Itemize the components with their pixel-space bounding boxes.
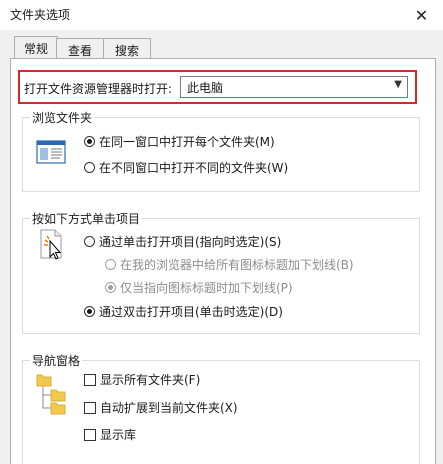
radio-indicator xyxy=(105,259,116,270)
open-explorer-label: 打开文件资源管理器时打开: xyxy=(24,82,173,96)
checkbox-label: 自动扩展到当前文件夹(X) xyxy=(100,401,238,415)
open-explorer-select[interactable]: 此电脑 ▼ xyxy=(180,76,408,98)
window-title: 文件夹选项 xyxy=(10,8,71,22)
checkbox-label: 显示库 xyxy=(100,428,137,442)
radio-indicator xyxy=(84,162,95,173)
tab-general[interactable]: 常规 xyxy=(14,36,58,59)
show-all-folders-checkbox[interactable]: 显示所有文件夹(F) xyxy=(84,371,200,388)
checkbox-indicator xyxy=(84,428,96,441)
radio-label: 仅当指向图标标题时加下划线(P) xyxy=(120,281,293,295)
underline-always-radio[interactable]: 在我的浏览器中给所有图标标题加下划线(B) xyxy=(105,256,354,273)
radio-indicator xyxy=(84,136,95,147)
browse-folders-group xyxy=(22,117,420,192)
checkbox-label: 显示所有文件夹(F) xyxy=(100,373,201,387)
close-button[interactable]: ✕ xyxy=(400,1,443,29)
radio-label: 在不同窗口中打开不同的文件夹(W) xyxy=(99,161,289,175)
expand-to-current-checkbox[interactable]: 自动扩展到当前文件夹(X) xyxy=(84,399,238,416)
chevron-down-icon: ▼ xyxy=(394,79,402,90)
folder-tree-icon xyxy=(36,374,66,415)
open-explorer-row: 打开文件资源管理器时打开: 此电脑 ▼ xyxy=(18,70,417,104)
radio-label: 通过单击打开项目(指向时选定)(S) xyxy=(99,235,282,249)
radio-label: 在同一窗口中打开每个文件夹(M) xyxy=(99,135,275,149)
nav-pane-title: 导航窗格 xyxy=(30,352,83,369)
browse-new-window-radio[interactable]: 在不同窗口中打开不同的文件夹(W) xyxy=(84,159,288,176)
close-icon: ✕ xyxy=(414,5,429,25)
tab-label: 查看 xyxy=(67,43,92,58)
radio-label: 在我的浏览器中给所有图标标题加下划线(B) xyxy=(120,258,354,272)
click-items-title: 按如下方式单击项目 xyxy=(30,210,143,227)
open-explorer-value: 此电脑 xyxy=(187,81,224,95)
radio-indicator xyxy=(84,306,95,317)
browse-folders-title: 浏览文件夹 xyxy=(30,109,95,126)
radio-indicator xyxy=(84,236,95,247)
show-libraries-checkbox[interactable]: 显示库 xyxy=(84,426,136,443)
cursor-icon xyxy=(40,229,62,260)
tab-label: 搜索 xyxy=(114,43,139,58)
underline-on-hover-radio[interactable]: 仅当指向图标标题时加下划线(P) xyxy=(105,279,293,296)
browse-same-window-radio[interactable]: 在同一窗口中打开每个文件夹(M) xyxy=(84,133,275,150)
tab-label: 常规 xyxy=(23,41,48,56)
window-icon xyxy=(36,140,66,164)
checkbox-indicator xyxy=(84,373,96,386)
radio-indicator xyxy=(105,282,116,293)
title-bar: 文件夹选项 ✕ xyxy=(0,0,443,30)
radio-label: 通过双击打开项目(单击时选定)(D) xyxy=(99,305,283,319)
double-click-radio[interactable]: 通过双击打开项目(单击时选定)(D) xyxy=(84,303,283,320)
checkbox-indicator xyxy=(84,401,96,414)
single-click-radio[interactable]: 通过单击打开项目(指向时选定)(S) xyxy=(84,233,281,250)
